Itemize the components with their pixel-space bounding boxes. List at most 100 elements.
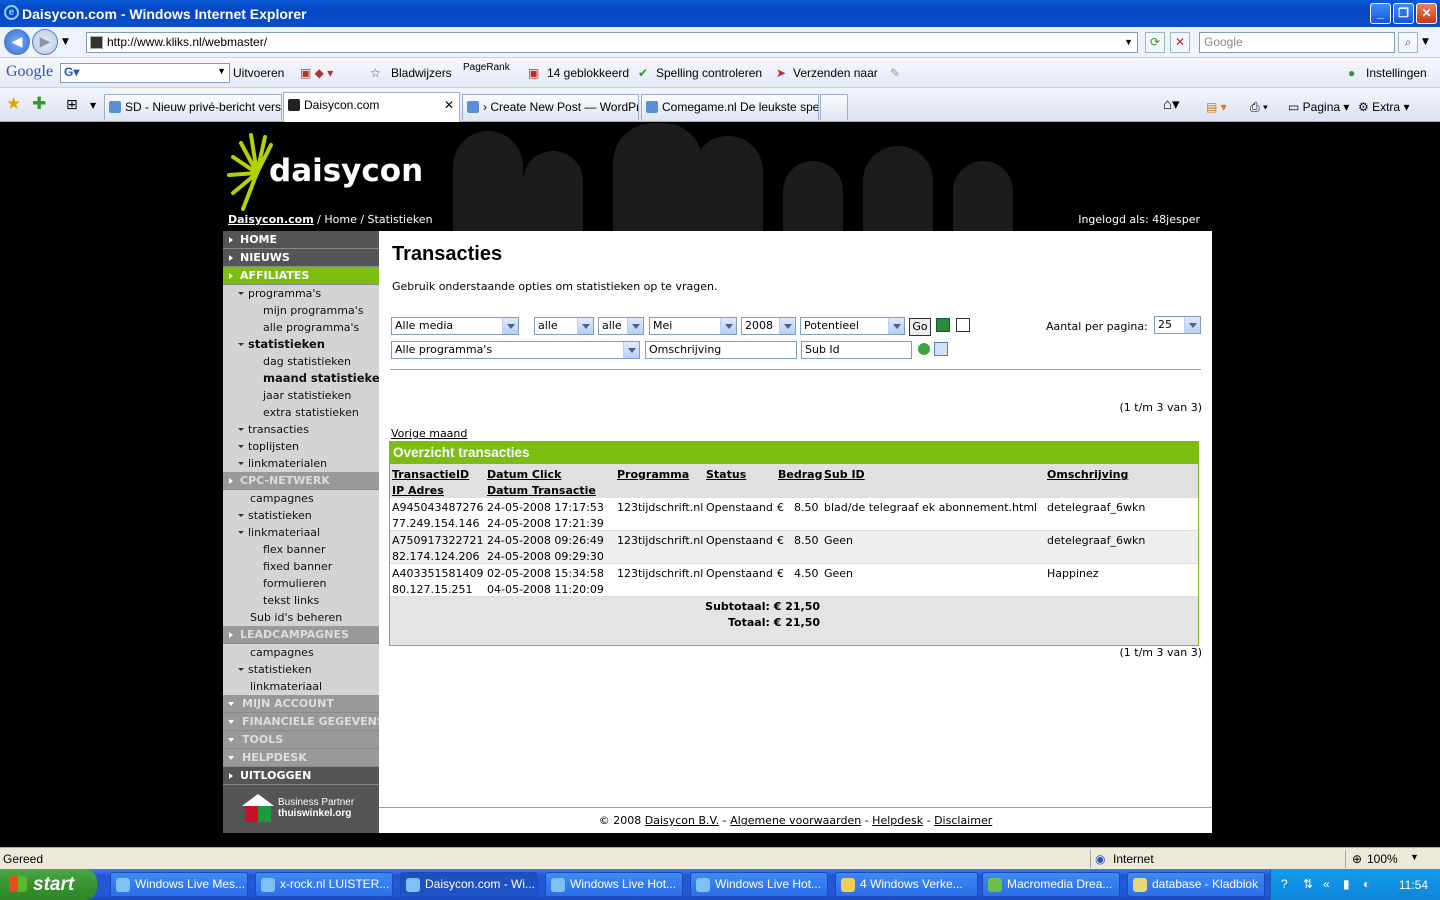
print-export-icon[interactable] [956,318,970,332]
verzenden-button[interactable]: Verzenden naar [793,66,878,80]
hide-tray-icon[interactable]: « [1323,877,1330,891]
extra-menu[interactable]: ⚙ Extra ▾ [1358,100,1409,114]
sidebar-item-cpc[interactable]: CPC-NETWERK [223,472,379,490]
media-select[interactable]: Alle media [391,317,519,335]
col-status[interactable]: Status [706,468,746,481]
sidebar-item-mijn-account[interactable]: MIJN ACCOUNT [223,695,379,713]
refresh-icon[interactable]: ⟳ [1145,32,1165,53]
alle-select-2[interactable]: alle [598,317,644,335]
print-icon[interactable]: ⎙ ▾ [1250,100,1268,115]
minimize-button[interactable]: _ [1370,3,1391,24]
sidebar-item-programmas[interactable]: programma's [223,285,379,302]
sidebar-item-statistieken[interactable]: statistieken [223,336,379,353]
sidebar-item-lead-statistieken[interactable]: statistieken [223,661,379,678]
tab-close-icon[interactable]: ✕ [444,93,454,117]
sidebar-item-linkmaterialen[interactable]: linkmaterialen [223,455,379,472]
tab-list-dropdown-icon[interactable]: ▼ [90,101,96,110]
tab-daisycon[interactable]: Daisycon.com ✕ [283,92,460,122]
task-hotmail-2[interactable]: Windows Live Hot... [690,872,828,897]
forward-button[interactable]: ▶ [32,29,58,55]
sidebar-item-cpc-campagnes[interactable]: campagnes [223,490,379,507]
add-favorite-icon[interactable]: ✚ [32,94,46,114]
history-dropdown-icon[interactable]: ▼ [62,37,69,47]
new-tab-button[interactable] [820,94,848,120]
sidebar-item-lead-campagnes[interactable]: campagnes [223,644,379,661]
sidebar-item-subid[interactable]: Sub id's beheren [223,609,379,626]
sidebar-item-tools[interactable]: TOOLS [223,731,379,749]
sidebar-item-home[interactable]: HOME [223,231,379,249]
omschrijving-input[interactable]: Omschrijving [645,341,797,359]
toolbar-options-icon[interactable]: ▣ ◆ ▾ [300,66,333,80]
programma-select[interactable]: Alle programma's [391,341,640,359]
footer-disclaimer-link[interactable]: Disclaimer [934,814,992,827]
bladwijzers-button[interactable]: Bladwijzers [391,66,452,80]
geblokkeerd-button[interactable]: 14 geblokkeerd [547,66,629,80]
sidebar-item-alle-programmas[interactable]: alle programma's [223,319,379,336]
start-button[interactable]: start [0,869,97,900]
close-button[interactable]: ✕ [1416,3,1437,24]
aantal-select[interactable]: 25 [1154,316,1201,334]
wifi-tray-icon[interactable]: ▮ [1343,877,1350,891]
zoom-level[interactable]: 100% [1367,852,1398,866]
home-icon[interactable]: ⌂▾ [1163,95,1180,113]
vorige-maand-link[interactable]: Vorige maand [391,427,467,440]
sidebar-item-formulieren[interactable]: formulieren [223,575,379,592]
maximize-button[interactable]: ❐ [1393,3,1414,24]
task-kladblok[interactable]: database - Kladblok [1127,872,1265,897]
back-button[interactable]: ◀ [4,29,30,55]
footer-helpdesk-link[interactable]: Helpdesk [872,814,923,827]
breadcrumb-home-link[interactable]: Daisycon.com [228,213,314,226]
zoom-icon[interactable]: ⊕ [1352,852,1362,866]
task-windows-verkenner[interactable]: 4 Windows Verke... [835,872,978,897]
sidebar-item-lead-linkmateriaal[interactable]: linkmateriaal [223,678,379,695]
help-tray-icon[interactable]: ? [1281,877,1288,891]
task-macromedia[interactable]: Macromedia Drea... [982,872,1120,897]
sidebar-item-fixed[interactable]: fixed banner [223,558,379,575]
sidebar-item-tekst[interactable]: tekst links [223,592,379,609]
business-partner-badge[interactable]: Business Partner thuiswinkel.org [223,785,379,833]
search-filter-icon[interactable] [934,342,948,356]
sidebar-item-dag[interactable]: dag statistieken [223,353,379,370]
quick-tabs-icon[interactable]: ⊞ [66,97,78,113]
excel-export-icon[interactable] [936,318,950,332]
task-hotmail-1[interactable]: Windows Live Hot... [545,872,683,897]
search-icon[interactable]: ⌕ [1398,32,1418,53]
sidebar-item-transacties[interactable]: transacties [223,421,379,438]
search-input[interactable]: Google [1199,32,1395,53]
task-x-rock[interactable]: x-rock.nl LUISTER... [255,872,393,897]
go-button[interactable]: Go [909,318,931,336]
instellingen-button[interactable]: Instellingen [1366,66,1427,80]
favorites-star-icon[interactable]: ★ [6,94,21,114]
uitvoeren-button[interactable]: Uitvoeren [233,66,284,80]
sidebar-item-jaar[interactable]: jaar statistieken [223,387,379,404]
sidebar-item-cpc-linkmateriaal[interactable]: linkmateriaal [223,524,379,541]
volume-tray-icon[interactable]: ◐ [1363,877,1370,891]
sidebar-item-mijn-programmas[interactable]: mijn programma's [223,302,379,319]
url-dropdown-icon[interactable]: ▼ [1124,33,1133,52]
feeds-icon[interactable]: ▤ ▾ [1206,100,1227,114]
col-transactieid[interactable]: TransactieID [392,468,469,481]
footer-voorwaarden-link[interactable]: Algemene voorwaarden [730,814,861,827]
task-daisycon[interactable]: Daisycon.com - Wi... [400,872,538,897]
sidebar-item-flex[interactable]: flex banner [223,541,379,558]
pagina-menu[interactable]: ▭ Pagina ▾ [1288,100,1349,114]
stop-icon[interactable]: ✕ [1170,32,1190,53]
task-windows-live-messenger[interactable]: Windows Live Mes... [110,872,248,897]
tab-comegame[interactable]: Comegame.nl De leukste spel... [641,94,819,120]
col-datum-transactie[interactable]: Datum Transactie [487,484,596,497]
alle-select-1[interactable]: alle [534,317,594,335]
sidebar-item-uitloggen[interactable]: UITLOGGEN [223,767,379,785]
tab-wordpress[interactable]: › Create New Post — WordPr... [462,94,639,120]
col-omschrijving[interactable]: Omschrijving [1047,468,1128,481]
sidebar-item-extra[interactable]: extra statistieken [223,404,379,421]
network-tray-icon[interactable]: ⇅ [1303,877,1313,891]
sidebar-item-maand[interactable]: maand statistieken [223,370,388,387]
help-icon[interactable] [918,343,930,355]
col-sub-id[interactable]: Sub ID [824,468,865,481]
spelling-button[interactable]: Spelling controleren [656,66,762,80]
google-search-box[interactable]: G▾ ▼ [60,63,230,83]
search-dropdown-icon[interactable]: ▼ [1422,37,1429,47]
status-select[interactable]: Potentieel [800,317,905,335]
col-programma[interactable]: Programma [617,468,689,481]
highlighter-icon[interactable]: ✎ [890,66,900,80]
